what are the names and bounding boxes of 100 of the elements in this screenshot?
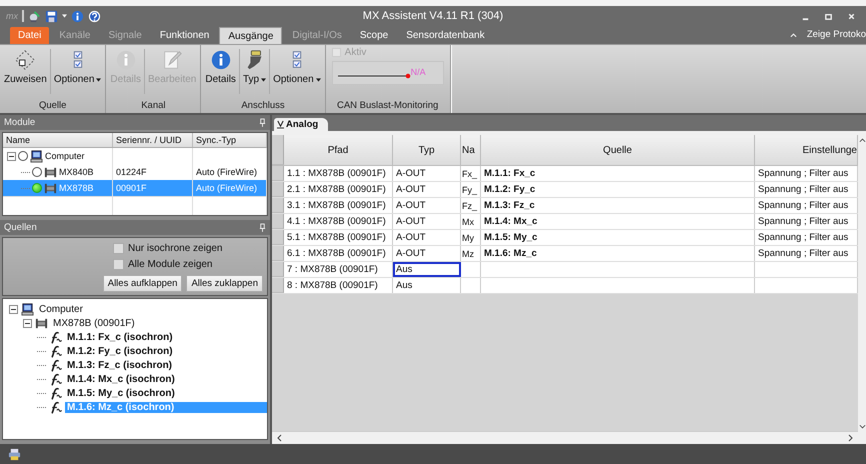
table-cell[interactable]: Aus — [393, 262, 461, 277]
scroll-up-icon[interactable] — [858, 137, 866, 143]
column-header[interactable]: Quelle — [481, 135, 755, 165]
window-title: MX Assistent V4.11 R1 (304) — [362, 10, 504, 22]
checkbox-label: Aktiv — [344, 47, 366, 58]
table-cell: 2.1 : MX878B (00901F) — [284, 182, 393, 197]
module-row[interactable]: Computer — [3, 148, 267, 164]
table-cell[interactable]: A-OUT — [393, 214, 461, 229]
analog-tab[interactable]: Analog — [274, 118, 328, 131]
table-cell: Fy_ — [461, 182, 481, 197]
tree-item[interactable]: M.1.3: Fz_c (isochron) — [65, 360, 174, 370]
dropdown-icon — [316, 78, 321, 82]
log-toggle-link[interactable]: Zeige Protoko — [806, 29, 866, 44]
scroll-left-icon[interactable] — [276, 434, 282, 442]
column-header[interactable]: Typ — [393, 135, 461, 165]
column-header[interactable]: Sync.-Typ — [193, 133, 267, 147]
ribbon-button[interactable]: Optionen — [271, 47, 323, 98]
column-header[interactable]: Seriennr. / UUID — [113, 133, 193, 147]
group-title: CAN Buslast-Monitoring — [336, 99, 440, 113]
close-icon[interactable] — [847, 12, 856, 20]
tree-item[interactable]: Computer — [37, 304, 85, 314]
table-cell: My — [461, 230, 481, 245]
ribbon-tab[interactable]: Sensordatenbank — [398, 27, 493, 44]
group-title: Quelle — [38, 99, 68, 113]
function-icon — [49, 386, 62, 400]
edit-icon — [161, 49, 184, 71]
computer-icon — [30, 150, 43, 162]
checkbox-label: Alle Module zeigen — [128, 259, 212, 270]
computer-icon — [21, 302, 34, 316]
scroll-right-icon[interactable] — [848, 434, 854, 442]
table-cell: 7 : MX878B (00901F) — [284, 262, 393, 277]
module-name: MX840B — [59, 167, 94, 177]
table-cell: M.1.6: Mz_c — [481, 246, 755, 261]
ribbon-button[interactable]: Optionen — [52, 47, 104, 98]
table-cell: M.1.2: Fy_c — [481, 182, 755, 197]
table-cell[interactable]: A-OUT — [393, 246, 461, 261]
save-icon[interactable] — [45, 10, 58, 22]
help-icon[interactable] — [88, 10, 101, 22]
tree-button[interactable]: Alles aufklappen — [102, 275, 182, 292]
column-header[interactable]: Na — [461, 135, 481, 165]
dropdown-icon[interactable] — [62, 14, 67, 18]
pin-icon[interactable] — [259, 118, 266, 127]
function-icon — [49, 330, 62, 344]
bus-load-reading: N/A — [410, 67, 426, 77]
serial-number: 00901F — [116, 183, 147, 193]
collapse-icon[interactable] — [23, 318, 32, 328]
table-cell[interactable]: A-OUT — [393, 182, 461, 197]
table-cell: M.1.1: Fx_c — [481, 166, 755, 181]
module-name: MX878B — [59, 183, 94, 193]
table-cell[interactable]: Aus — [393, 278, 461, 293]
tree-item[interactable]: M.1.4: Mx_c (isochron) — [65, 374, 177, 384]
ribbon-tab[interactable]: Ausgänge — [219, 27, 282, 44]
dropdown-icon — [261, 78, 266, 82]
tree-item[interactable]: M.1.5: My_c (isochron) — [65, 388, 177, 398]
scroll-down-icon[interactable] — [858, 424, 866, 430]
module-icon — [44, 166, 57, 178]
printer-icon[interactable] — [8, 448, 21, 460]
ribbon-button[interactable]: Zuweisen — [2, 47, 49, 98]
tree-item[interactable]: M.1.1: Fx_c (isochron) — [65, 332, 175, 342]
ribbon-button[interactable]: Details — [203, 47, 238, 98]
table-cell[interactable]: A-OUT — [393, 230, 461, 245]
table-cell: M.1.4: Mx_c — [481, 214, 755, 229]
group-title: Kanal — [140, 99, 167, 113]
table-cell: 1.1 : MX878B (00901F) — [284, 166, 393, 181]
table-cell: Fz_ — [461, 198, 481, 213]
tree-item[interactable]: MX878B (00901F) — [51, 318, 137, 328]
table-cell: 8 : MX878B (00901F) — [284, 278, 393, 293]
ribbon-tab[interactable]: Funktionen — [152, 27, 218, 44]
voltage-icon — [277, 120, 284, 129]
horizontal-scrollbar[interactable] — [272, 431, 858, 444]
checkbox[interactable] — [113, 243, 124, 254]
sync-type: Auto (FireWire) — [196, 167, 258, 177]
table-cell[interactable]: A-OUT — [393, 166, 461, 181]
table-cell[interactable]: A-OUT — [393, 198, 461, 213]
table-cell: 4.1 : MX878B (00901F) — [284, 214, 393, 229]
checkbox-label: Nur isochrone zeigen — [128, 243, 222, 254]
caret-icon[interactable] — [790, 32, 797, 38]
table-cell: Mx — [461, 214, 481, 229]
tab-label: Analog — [286, 119, 318, 130]
checkbox[interactable] — [113, 259, 124, 270]
tree-item[interactable]: M.1.2: Fy_c (isochron) — [65, 346, 175, 356]
pin-icon[interactable] — [259, 223, 266, 232]
column-header[interactable]: Name — [3, 133, 113, 147]
module-icon — [44, 182, 57, 194]
tree-button[interactable]: Alles zuklappen — [186, 275, 263, 292]
app-logo: mx — [6, 11, 18, 21]
module-name: Computer — [45, 151, 85, 161]
satellite-icon[interactable] — [28, 10, 41, 22]
table-cell: 3.1 : MX878B (00901F) — [284, 198, 393, 213]
collapse-icon[interactable] — [7, 152, 16, 160]
info-icon[interactable] — [71, 10, 84, 22]
table-cell: 5.1 : MX878B (00901F) — [284, 230, 393, 245]
sync-type: Auto (FireWire) — [196, 183, 258, 193]
maximize-icon[interactable] — [824, 12, 833, 20]
ribbon-button[interactable]: Typ — [240, 47, 268, 98]
column-header[interactable]: Pfad — [284, 135, 393, 165]
ribbon-tab[interactable]: Scope — [352, 27, 396, 44]
collapse-icon[interactable] — [9, 304, 18, 314]
function-icon — [49, 400, 62, 414]
function-icon — [49, 372, 62, 386]
